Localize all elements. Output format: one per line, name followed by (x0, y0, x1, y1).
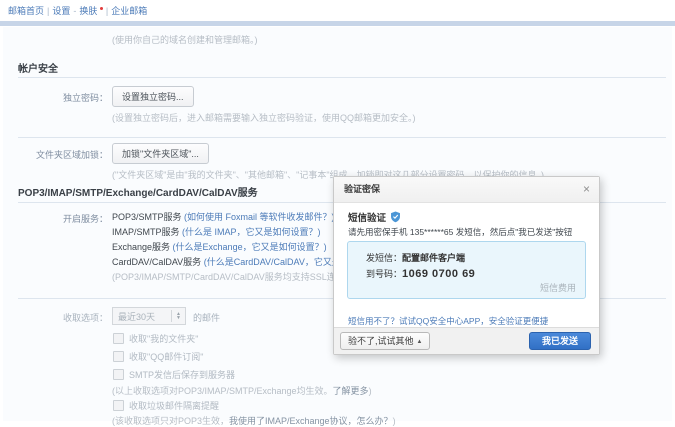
checkbox-label: 收取"QQ邮件订阅" (129, 350, 203, 363)
nav-settings-link[interactable]: 设置 (52, 6, 70, 16)
caption-text: ) (369, 386, 372, 396)
shield-icon (390, 211, 401, 223)
send-sms-label: 发短信： (366, 253, 402, 263)
sms-instruction: 请先用密保手机 135******65 发短信，然后点"我已发送"按钮 (348, 226, 572, 238)
checkbox-spam-notice[interactable] (113, 400, 124, 411)
checkbox-label: 收取垃圾邮件隔离提醒 (129, 399, 219, 412)
checkbox-smtp-save[interactable] (113, 369, 124, 380)
dialog-footer: 验不了,试试其他▲ 我已发送 (334, 327, 599, 354)
service-help-link[interactable]: (什么是 IMAP，它又是如何设置？) (182, 227, 321, 237)
verify-security-dialog: 验证密保 × 短信验证 请先用密保手机 135******65 发短信，然后点"… (333, 176, 600, 355)
retrieve-options-label: 收取选项： (3, 311, 108, 324)
service-row-exchange: Exchange服务 (什么是Exchange，它又是如何设置？) (112, 240, 327, 253)
select-arrows-icon: ▲▼ (172, 312, 185, 320)
caption-text: (该收取选项只对POP3生效， (112, 416, 229, 426)
service-name: POP3/SMTP服务 (112, 212, 182, 222)
to-number-line: 到号码：1069 0700 69 (366, 267, 475, 280)
service-name: CardDAV/CalDAV服务 (112, 257, 201, 267)
qq-security-app-link[interactable]: 短信用不了？试试QQ安全中心APP，安全验证更便捷 (348, 315, 548, 327)
checkbox-row-spam-notice: 收取垃圾邮件隔离提醒 (113, 399, 219, 412)
top-divider-bar (0, 21, 675, 26)
section-title-account-security: 帐户安全 (18, 60, 58, 75)
try-other-verification-button[interactable]: 验不了,试试其他▲ (340, 332, 430, 350)
service-help-link[interactable]: (如何使用 Foxmail 等软件收发邮件？) (184, 212, 335, 222)
service-row-imap-smtp: IMAP/SMTP服务 (什么是 IMAP，它又是如何设置？) (112, 225, 321, 238)
top-nav: 邮箱首页|设置-换肤 |企业邮箱 (8, 4, 150, 17)
folder-lock-label: 文件夹区域加锁： (3, 148, 108, 161)
domain-mail-caption: (使用你自己的域名创建和管理邮箱。) (112, 33, 258, 46)
section-title-protocol-services: POP3/IMAP/SMTP/Exchange/CardDAV/CalDAV服务 (18, 184, 258, 199)
service-name: IMAP/SMTP服务 (112, 227, 180, 237)
send-sms-line: 发短信：配置邮件客户端 (366, 251, 465, 264)
nav-separator: | (106, 6, 108, 16)
try-other-label: 验不了,试试其他 (348, 336, 414, 346)
retrieve-suffix-label: 的邮件 (193, 311, 220, 324)
nav-corporate-mail-link[interactable]: 企业邮箱 (111, 6, 147, 16)
section-divider (18, 77, 666, 78)
retrieve-range-value: 最近30天 (113, 310, 171, 323)
retrieve-scope-caption: (以上收取选项对POP3/IMAP/SMTP/Exchange均生效。了解更多) (112, 384, 372, 397)
caption-text: ) (393, 416, 396, 426)
checkbox-my-folders[interactable] (113, 333, 124, 344)
sms-info-box: 发短信：配置邮件客户端 到号码：1069 0700 69 短信费用 (347, 241, 586, 299)
retrieve-range-select[interactable]: 最近30天 ▲▼ (112, 307, 186, 325)
send-sms-content: 配置邮件客户端 (402, 253, 465, 263)
sms-fee-link[interactable]: 短信费用 (540, 281, 576, 294)
checkbox-qq-subscription[interactable] (113, 351, 124, 362)
service-row-pop3-smtp: POP3/SMTP服务 (如何使用 Foxmail 等软件收发邮件？) (112, 210, 335, 223)
dialog-title: 验证密保 (334, 177, 599, 203)
service-help-link[interactable]: (什么是Exchange，它又是如何设置？) (173, 242, 327, 252)
independent-password-caption: (设置独立密码后，进入邮箱需要输入独立密码验证，使用QQ邮箱更加安全。) (112, 111, 416, 124)
imap-exchange-help-link[interactable]: 我使用了IMAP/Exchange协议，怎么办？ (229, 416, 393, 426)
to-number-value: 1069 0700 69 (402, 268, 475, 280)
to-number-label: 到号码： (366, 269, 402, 279)
sms-verification-heading: 短信验证 (348, 210, 401, 224)
lock-folder-area-button[interactable]: 加锁"文件夹区域"... (112, 143, 209, 164)
row-divider (18, 137, 666, 138)
checkbox-row-my-folders: 收取"我的文件夹" (113, 332, 198, 345)
nav-skin-link[interactable]: 换肤 (79, 6, 97, 16)
close-icon[interactable]: × (583, 182, 590, 196)
nav-separator: | (47, 6, 49, 16)
expand-up-icon: ▲ (417, 339, 423, 345)
checkbox-label: 收取"我的文件夹" (129, 332, 198, 345)
set-independent-password-button[interactable]: 设置独立密码... (112, 86, 194, 107)
open-service-label: 开启服务： (3, 212, 108, 225)
checkbox-row-qq-subscription: 收取"QQ邮件订阅" (113, 350, 203, 363)
checkbox-label: SMTP发信后保存到服务器 (129, 368, 235, 381)
service-name: Exchange服务 (112, 242, 170, 252)
sms-sent-button[interactable]: 我已发送 (529, 332, 591, 350)
sms-heading-text: 短信验证 (348, 213, 386, 224)
checkbox-row-smtp-save: SMTP发信后保存到服务器 (113, 368, 235, 381)
independent-password-label: 独立密码： (3, 91, 108, 104)
nav-dash: - (73, 6, 76, 16)
caption-text: (以上收取选项对POP3/IMAP/SMTP/Exchange均生效。 (112, 386, 333, 396)
new-badge-dot-icon (100, 7, 103, 10)
learn-more-link[interactable]: 了解更多 (333, 386, 369, 396)
nav-mail-home-link[interactable]: 邮箱首页 (8, 6, 44, 16)
